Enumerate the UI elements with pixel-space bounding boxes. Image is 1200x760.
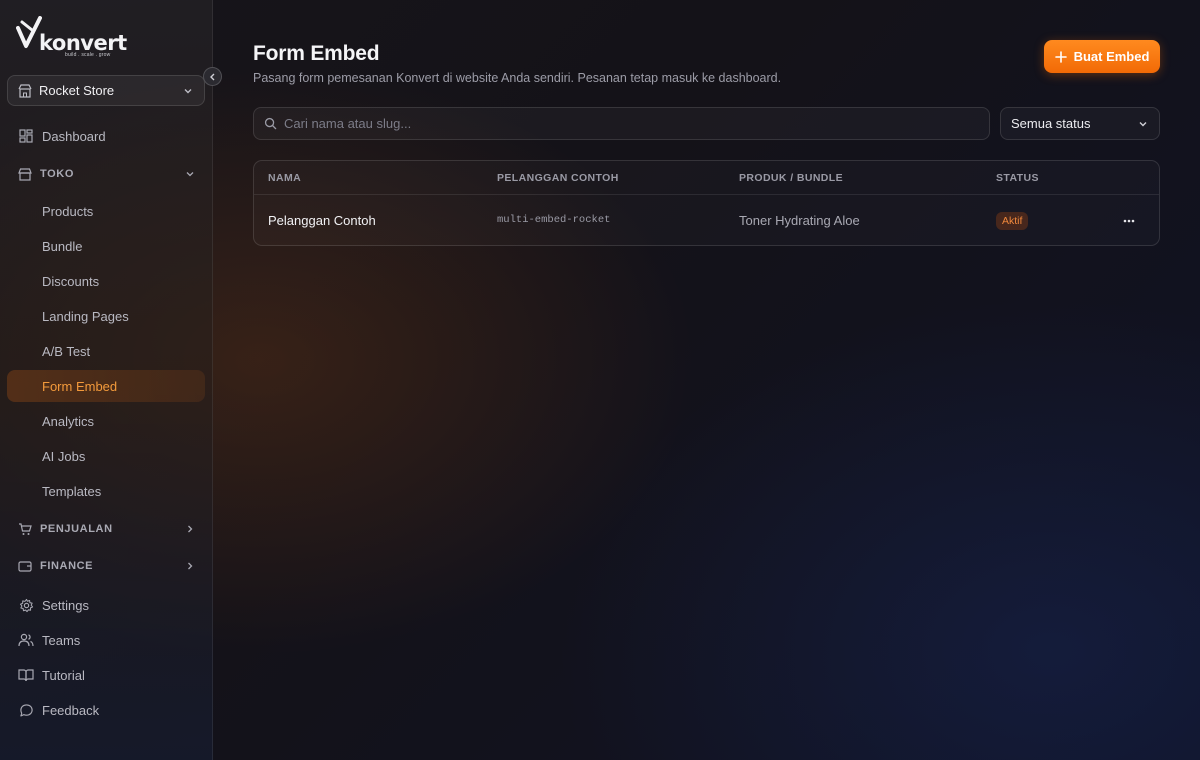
message-circle-icon xyxy=(18,702,34,718)
sidebar-section-penjualan[interactable]: PENJUALAN xyxy=(7,517,205,541)
sidebar-item-discounts[interactable]: Discounts xyxy=(7,265,205,297)
sidebar-item-label: Bundle xyxy=(42,238,83,254)
sidebar-item-templates[interactable]: Templates xyxy=(7,475,205,507)
table-header: NAMA PELANGGAN CONTOH PRODUK / BUNDLE ST… xyxy=(254,161,1159,195)
sidebar-item-label: Feedback xyxy=(42,702,100,718)
sidebar-item-label: Analytics xyxy=(42,413,95,429)
embed-product: Toner Hydrating Aloe xyxy=(739,213,860,228)
create-embed-button[interactable]: Buat Embed xyxy=(1044,40,1160,73)
column-header-pelanggan-contoh: PELANGGAN CONTOH xyxy=(497,172,619,184)
dashboard-icon xyxy=(18,128,34,144)
sidebar-item-bundle[interactable]: Bundle xyxy=(7,230,205,262)
search-icon xyxy=(264,117,277,130)
sidebar-item-label: Products xyxy=(42,203,94,219)
table-row[interactable]: Pelanggan Contoh multi-embed-rocket Tone… xyxy=(254,196,1159,245)
gear-icon xyxy=(18,597,34,613)
sidebar-item-label: Dashboard xyxy=(42,128,106,144)
sidebar-section-label: FINANCE xyxy=(40,560,94,572)
sidebar-item-label: Landing Pages xyxy=(42,308,129,324)
column-header-produk-bundle: PRODUK / BUNDLE xyxy=(739,172,844,184)
create-embed-label: Buat Embed xyxy=(1073,49,1150,64)
row-actions-button[interactable] xyxy=(1120,212,1138,230)
embed-name: Pelanggan Contoh xyxy=(268,213,376,228)
sidebar: konvert build . scale . grow Rocket Stor… xyxy=(0,0,222,760)
sidebar-item-label: AI Jobs xyxy=(42,448,86,464)
search-input[interactable] xyxy=(284,116,884,131)
search-box[interactable] xyxy=(253,107,990,140)
column-header-nama: NAMA xyxy=(268,172,302,184)
status-badge: Aktif xyxy=(996,212,1029,230)
cart-icon xyxy=(18,521,34,537)
sidebar-item-form-embed[interactable]: Form Embed xyxy=(7,370,205,402)
status-filter-value: Semua status xyxy=(1011,116,1091,131)
sidebar-item-settings[interactable]: Settings xyxy=(7,589,205,621)
sidebar-section-label: PENJUALAN xyxy=(40,523,113,535)
more-horizontal-icon xyxy=(1123,219,1135,223)
store-selector[interactable]: Rocket Store xyxy=(7,75,205,106)
chevron-down-icon xyxy=(1137,118,1149,130)
users-icon xyxy=(18,632,34,648)
sidebar-item-feedback[interactable]: Feedback xyxy=(7,694,205,726)
sidebar-section-finance[interactable]: FINANCE xyxy=(7,554,205,578)
column-header-status: STATUS xyxy=(996,172,1039,184)
sidebar-item-label: Teams xyxy=(42,632,81,648)
sidebar-item-label: Settings xyxy=(42,597,89,613)
sidebar-item-label: Discounts xyxy=(42,273,100,289)
sidebar-item-products[interactable]: Products xyxy=(7,195,205,227)
status-filter-select[interactable]: Semua status xyxy=(1000,107,1160,140)
main-content: Form Embed Pasang form pemesanan Konvert… xyxy=(213,0,1200,760)
embed-table: NAMA PELANGGAN CONTOH PRODUK / BUNDLE ST… xyxy=(253,160,1160,246)
sidebar-section-toko[interactable]: TOKO xyxy=(7,162,205,186)
sidebar-item-analytics[interactable]: Analytics xyxy=(7,405,205,437)
sidebar-item-landing-pages[interactable]: Landing Pages xyxy=(7,300,205,332)
chevron-right-icon xyxy=(185,524,195,534)
plus-icon xyxy=(1054,50,1067,63)
sidebar-item-teams[interactable]: Teams xyxy=(7,624,205,656)
sidebar-item-label: A/B Test xyxy=(42,343,91,359)
page-subtitle: Pasang form pemesanan Konvert di website… xyxy=(253,71,782,85)
store-icon xyxy=(18,166,34,182)
store-icon xyxy=(18,83,32,98)
store-name: Rocket Store xyxy=(39,83,115,98)
chevron-down-icon xyxy=(182,85,194,97)
wallet-icon xyxy=(18,558,34,574)
sidebar-item-dashboard[interactable]: Dashboard xyxy=(7,120,205,152)
page-title: Form Embed xyxy=(253,42,380,65)
chevron-right-icon xyxy=(185,561,195,571)
brand-logo[interactable]: konvert build . scale . grow xyxy=(16,16,127,58)
sidebar-item-ab-test[interactable]: A/B Test xyxy=(7,335,205,367)
book-open-icon xyxy=(18,667,34,683)
sidebar-item-ai-jobs[interactable]: AI Jobs xyxy=(7,440,205,472)
sidebar-item-tutorial[interactable]: Tutorial xyxy=(7,659,205,691)
chevron-down-icon xyxy=(185,169,195,179)
embed-slug: multi-embed-rocket xyxy=(497,214,611,226)
sidebar-item-label: Tutorial xyxy=(42,667,85,683)
app-shell: konvert build . scale . grow Rocket Stor… xyxy=(0,0,1200,760)
sidebar-item-label: Templates xyxy=(42,483,102,499)
brand-tagline: build . scale . grow xyxy=(65,52,111,58)
sidebar-item-label: Form Embed xyxy=(42,378,118,394)
sidebar-section-label: TOKO xyxy=(40,168,74,180)
